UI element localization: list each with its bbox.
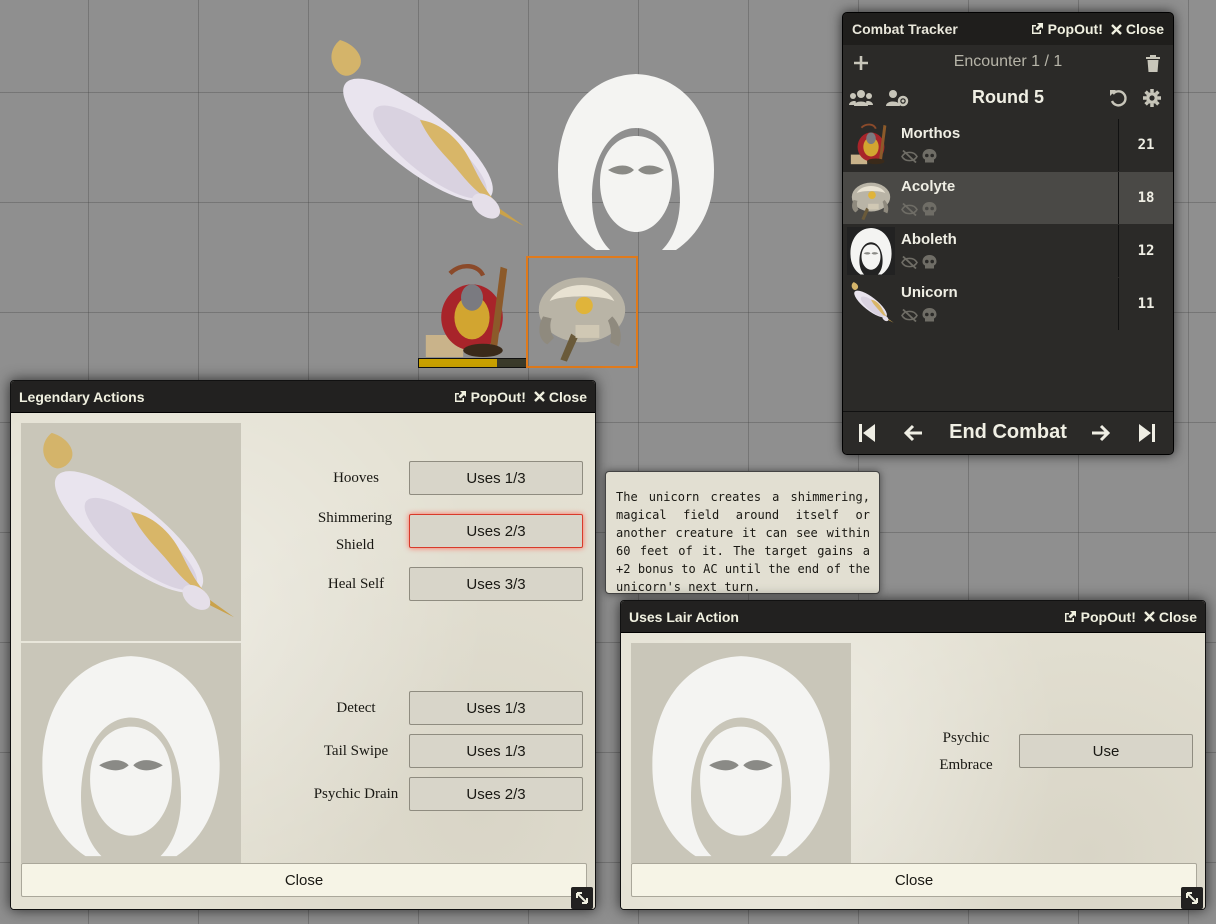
external-link-icon xyxy=(1030,22,1044,36)
combatant-portrait xyxy=(847,121,895,169)
action-label-hooves: Hooves xyxy=(333,470,379,486)
legendary-actions-body: Hooves Uses 1/3 Shimmering Shield Uses 2… xyxy=(11,413,595,909)
eye-slash-icon[interactable] xyxy=(901,149,918,163)
gear-icon xyxy=(1143,89,1161,107)
lair-popout-label: PopOut! xyxy=(1080,608,1136,625)
action-label-detect: Detect xyxy=(336,700,376,716)
shimmering-shield-uses-button[interactable]: Uses 2/3 xyxy=(409,514,583,548)
action-label-shimmering-shield: Shimmering Shield xyxy=(317,510,393,553)
psychic-drain-uses-button[interactable]: Uses 2/3 xyxy=(409,777,583,811)
combatant-name: Acolyte xyxy=(901,178,956,195)
aboleth-map-token[interactable] xyxy=(548,70,724,252)
combat-tracker-title: Combat Tracker xyxy=(852,21,958,37)
combatant-row-acolyte-active[interactable]: Acolyte 18 xyxy=(843,172,1173,224)
combat-tracker-popout-button[interactable]: PopOut! xyxy=(1030,21,1103,37)
skull-icon[interactable] xyxy=(922,308,937,322)
combat-settings-button[interactable] xyxy=(1141,87,1163,109)
hooves-uses-button[interactable]: Uses 1/3 xyxy=(409,461,583,495)
combat-controls: End Combat xyxy=(843,411,1173,454)
external-link-icon xyxy=(1063,610,1077,624)
unicorn-map-token[interactable] xyxy=(300,30,540,250)
skull-icon[interactable] xyxy=(922,149,937,163)
eye-slash-icon[interactable] xyxy=(901,308,918,322)
legendary-close-header-label: Close xyxy=(548,388,587,405)
resize-icon xyxy=(576,892,588,904)
end-combat-button[interactable]: End Combat xyxy=(843,421,1173,444)
eye-slash-icon[interactable] xyxy=(901,255,918,269)
combatant-portrait xyxy=(847,280,895,328)
combat-tracker-popout-label: PopOut! xyxy=(1047,21,1103,37)
acolyte-map-token-selected[interactable] xyxy=(526,256,638,368)
combatant-row-morthos[interactable]: Morthos 21 xyxy=(843,119,1173,171)
combatant-name: Aboleth xyxy=(901,231,957,248)
combatant-portrait xyxy=(847,227,895,275)
legendary-actions-window: Legendary Actions PopOut! Close Hooves U… xyxy=(10,380,596,910)
legendary-close-button[interactable]: Close xyxy=(21,863,587,897)
action-description-tooltip: The unicorn creates a shimmering, magica… xyxy=(605,471,880,594)
combat-tracker-close-label: Close xyxy=(1125,21,1164,37)
combatant-name: Morthos xyxy=(901,125,961,142)
morthos-hp-bar xyxy=(418,358,528,368)
action-label-psychic-drain: Psychic Drain xyxy=(313,786,399,802)
combatant-row-aboleth[interactable]: Aboleth 12 xyxy=(843,225,1173,277)
arrow-right-icon xyxy=(1092,424,1111,442)
x-icon xyxy=(534,391,545,402)
combatant-name: Unicorn xyxy=(901,284,958,301)
aboleth-portrait xyxy=(631,643,851,863)
lair-action-title: Uses Lair Action xyxy=(629,608,739,625)
lair-resize-handle[interactable] xyxy=(1181,887,1203,909)
morthos-hp-bar-fill xyxy=(419,359,497,367)
reset-combat-button[interactable] xyxy=(1107,87,1129,109)
aboleth-portrait xyxy=(21,643,241,863)
action-label-heal-self: Heal Self xyxy=(327,576,385,592)
lair-action-body: Psychic Embrace Use Close xyxy=(621,633,1205,909)
legendary-popout-button[interactable]: PopOut! xyxy=(453,389,526,405)
undo-icon xyxy=(1110,90,1127,107)
lair-action-header[interactable]: Uses Lair Action PopOut! Close xyxy=(621,601,1205,633)
external-link-icon xyxy=(453,390,467,404)
encounter-label[interactable]: Encounter 1 / 1 xyxy=(843,53,1173,71)
morthos-map-token[interactable] xyxy=(416,258,528,368)
next-turn-button[interactable] xyxy=(1089,422,1113,444)
lair-action-window: Uses Lair Action PopOut! Close Psychic E… xyxy=(620,600,1206,910)
heal-self-uses-button[interactable]: Uses 3/3 xyxy=(409,567,583,601)
psychic-embrace-use-button[interactable]: Use xyxy=(1019,734,1193,768)
combatant-initiative[interactable]: 12 xyxy=(1118,225,1173,277)
x-icon xyxy=(1111,23,1122,35)
combat-tracker-header[interactable]: Combat Tracker PopOut! Close xyxy=(843,13,1173,45)
resize-icon xyxy=(1186,892,1198,904)
action-label-psychic-embrace: Psychic Embrace xyxy=(939,730,993,773)
skull-icon[interactable] xyxy=(922,202,937,216)
last-turn-button[interactable] xyxy=(1135,422,1159,444)
combatant-initiative[interactable]: 18 xyxy=(1118,172,1173,224)
x-icon xyxy=(1144,611,1155,622)
combat-tracker-close-button[interactable]: Close xyxy=(1111,21,1164,37)
combatant-initiative[interactable]: 11 xyxy=(1118,278,1173,330)
detect-uses-button[interactable]: Uses 1/3 xyxy=(409,691,583,725)
lair-popout-button[interactable]: PopOut! xyxy=(1063,609,1136,625)
tail-swipe-uses-button[interactable]: Uses 1/3 xyxy=(409,734,583,768)
unicorn-portrait xyxy=(21,423,241,641)
legendary-close-header-button[interactable]: Close xyxy=(534,389,587,405)
lair-close-header-label: Close xyxy=(1158,608,1197,625)
legendary-actions-title: Legendary Actions xyxy=(19,388,145,405)
lair-close-button[interactable]: Close xyxy=(631,863,1197,897)
combatant-initiative[interactable]: 21 xyxy=(1118,119,1173,171)
combat-tracker-window: Combat Tracker PopOut! Close Encounter 1… xyxy=(842,12,1174,455)
delete-encounter-button[interactable] xyxy=(1143,53,1163,73)
legendary-resize-handle[interactable] xyxy=(571,887,593,909)
eye-slash-icon[interactable] xyxy=(901,202,918,216)
legendary-popout-label: PopOut! xyxy=(470,388,526,405)
action-label-tail-swipe: Tail Swipe xyxy=(323,743,389,759)
legendary-actions-header[interactable]: Legendary Actions PopOut! Close xyxy=(11,381,595,413)
step-forward-icon xyxy=(1139,424,1155,442)
combatant-row-unicorn[interactable]: Unicorn 11 xyxy=(843,278,1173,330)
lair-close-header-button[interactable]: Close xyxy=(1144,609,1197,625)
trash-icon xyxy=(1146,54,1160,72)
skull-icon[interactable] xyxy=(922,255,937,269)
combatant-portrait xyxy=(847,174,895,222)
